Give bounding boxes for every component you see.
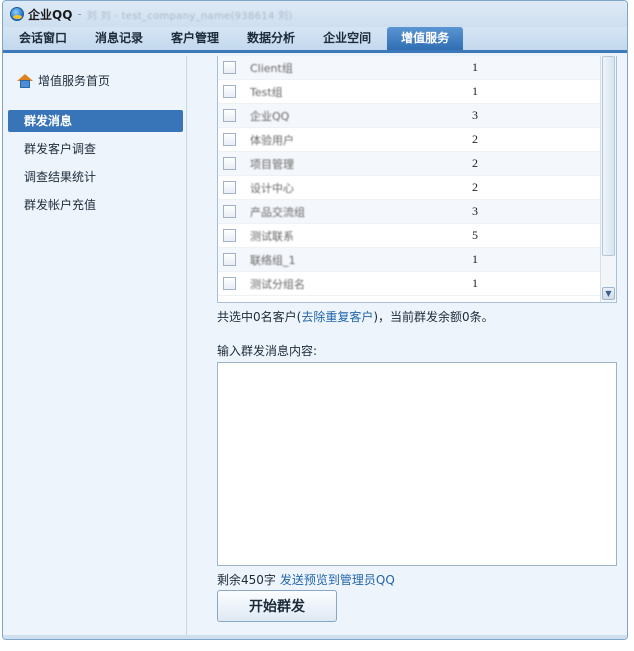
tab-0[interactable]: 会话窗口	[7, 27, 79, 50]
remaining-chars: 剩余450字	[217, 573, 276, 587]
group-checkbox[interactable]	[223, 253, 236, 266]
group-name: 项目管理	[250, 157, 294, 171]
message-input[interactable]	[217, 362, 617, 566]
group-checkbox[interactable]	[223, 157, 236, 170]
tab-2[interactable]: 客户管理	[159, 27, 231, 50]
group-count: 5	[472, 228, 478, 242]
group-list: Client组 1 Test组 1 企业QQ 3 体验用户 2 项目管理 2 设计中心 2 产品交流组 3…	[217, 56, 617, 303]
tab-3[interactable]: 数据分析	[235, 27, 307, 50]
list-item: Test组 1	[218, 80, 616, 104]
group-count: 1	[472, 84, 478, 98]
title-separator: -	[77, 7, 82, 21]
group-checkbox[interactable]	[223, 133, 236, 146]
sidebar-item-0[interactable]: 群发消息	[8, 110, 183, 132]
group-checkbox[interactable]	[223, 277, 236, 290]
list-item: 测试分组名 1	[218, 272, 616, 296]
sidebar-home-label: 增值服务首页	[38, 74, 111, 88]
group-name: 测试联系	[250, 229, 294, 243]
group-count: 2	[472, 156, 478, 170]
group-count: 3	[472, 204, 478, 218]
start-broadcast-button[interactable]: 开始群发	[217, 590, 337, 622]
sidebar-item-2[interactable]: 调查结果统计	[8, 166, 183, 188]
list-scrollbar[interactable]: ▼	[600, 56, 616, 302]
group-name: 企业QQ	[250, 109, 290, 123]
group-count: 3	[472, 108, 478, 122]
group-count: 1	[472, 276, 478, 290]
group-checkbox[interactable]	[223, 229, 236, 242]
sidebar: 增值服务首页 群发消息群发客户调查 调查结果统计 群发帐户充值	[3, 56, 187, 639]
title-bar: 企业QQ - 刘 刘 - test_company_name(938614 刘)	[3, 1, 627, 27]
list-item: 产品交流组 3	[218, 200, 616, 224]
group-name: Client组	[250, 61, 293, 75]
summary-suffix: )，当前群发余额0条。	[373, 310, 494, 324]
selection-summary: 共选中0名客户(去除重复客户)，当前群发余额0条。	[217, 308, 494, 325]
list-item: 测试联系 5	[218, 224, 616, 248]
tab-5[interactable]: 增值服务	[387, 27, 464, 50]
group-checkbox[interactable]	[223, 85, 236, 98]
list-item: 联络组_1 1	[218, 248, 616, 272]
qq-logo-icon	[10, 7, 24, 21]
sidebar-item-1[interactable]: 群发客户调查	[8, 138, 183, 160]
group-name: 测试分组名	[250, 277, 305, 291]
main-tab-bar: 会话窗口 消息记录 客户管理 数据分析 企业空间 增值服务	[3, 27, 627, 53]
app-window: 企业QQ - 刘 刘 - test_company_name(938614 刘)…	[2, 0, 628, 640]
summary-prefix: 共选中0名客户(	[217, 310, 302, 324]
remove-duplicates-link[interactable]: 去除重复客户	[301, 310, 373, 324]
group-checkbox[interactable]	[223, 61, 236, 74]
list-item: 设计中心 2	[218, 176, 616, 200]
group-checkbox[interactable]	[223, 109, 236, 122]
message-label: 输入群发消息内容:	[217, 344, 318, 358]
main-panel: Client组 1 Test组 1 企业QQ 3 体验用户 2 项目管理 2 设计中心 2 产品交流组 3…	[188, 56, 627, 639]
group-count: 1	[472, 60, 478, 74]
home-icon	[17, 73, 33, 88]
group-name: 产品交流组	[250, 205, 305, 219]
window-bottom-border	[3, 635, 627, 639]
group-count: 1	[472, 252, 478, 266]
list-item: 项目管理 2	[218, 152, 616, 176]
group-name: 设计中心	[250, 181, 294, 195]
group-count: 2	[472, 132, 478, 146]
scroll-thumb[interactable]	[602, 56, 615, 256]
group-name: 联络组_1	[250, 253, 296, 267]
scroll-down-icon[interactable]: ▼	[602, 287, 615, 300]
char-counter-row: 剩余450字 发送预览到管理员QQ	[217, 571, 395, 588]
list-item: Client组 1	[218, 56, 616, 80]
account-label: 刘 刘 - test_company_name(938614 刘)	[86, 10, 293, 22]
sidebar-item-3[interactable]: 群发帐户充值	[8, 194, 183, 216]
list-item: 体验用户 2	[218, 128, 616, 152]
tab-4[interactable]: 企业空间	[311, 27, 383, 50]
list-item: 企业QQ 3	[218, 104, 616, 128]
send-preview-link[interactable]: 发送预览到管理员QQ	[280, 573, 395, 587]
sidebar-home-link[interactable]: 增值服务首页	[17, 72, 110, 89]
group-name: Test组	[250, 85, 283, 99]
group-count: 2	[472, 180, 478, 194]
group-checkbox[interactable]	[223, 181, 236, 194]
group-checkbox[interactable]	[223, 205, 236, 218]
tab-1[interactable]: 消息记录	[83, 27, 155, 50]
app-name: 企业QQ	[28, 7, 73, 22]
group-name: 体验用户	[250, 133, 294, 147]
